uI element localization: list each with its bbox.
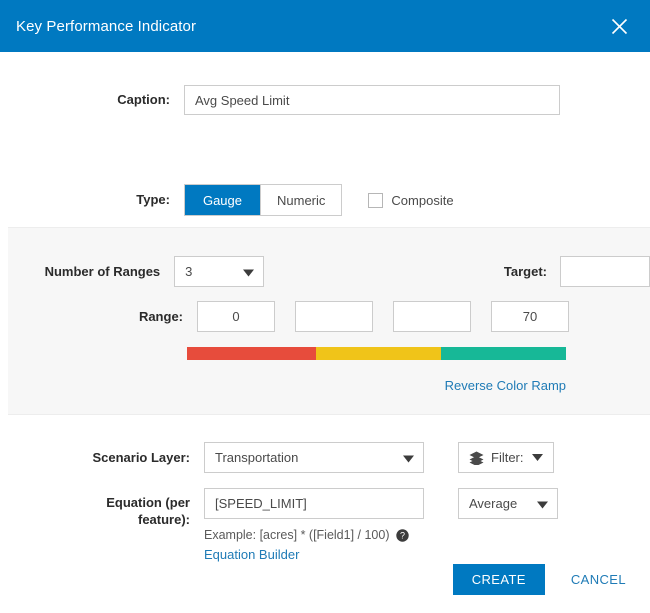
number-of-ranges-label: Number of Ranges bbox=[44, 263, 161, 279]
color-ramp-segment-2[interactable] bbox=[315, 347, 441, 360]
kpi-dialog: Key Performance Indicator Caption: Type:… bbox=[0, 0, 650, 613]
equation-label-line2: feature): bbox=[137, 512, 190, 527]
type-label: Type: bbox=[136, 192, 170, 207]
chevron-down-icon bbox=[243, 264, 254, 279]
equation-row: Equation (per feature): Example: [acres]… bbox=[0, 488, 650, 562]
range-input-2[interactable] bbox=[295, 301, 373, 332]
scenario-layer-label: Scenario Layer: bbox=[92, 449, 190, 465]
equation-column: Example: [acres] * ([Field1] / 100) ? Eq… bbox=[204, 488, 424, 562]
equation-label: Equation (per feature): bbox=[0, 488, 204, 528]
reverse-color-ramp-link[interactable]: Reverse Color Ramp bbox=[187, 378, 566, 393]
filter-button[interactable]: Filter: bbox=[458, 442, 554, 473]
caption-row: Caption: bbox=[0, 85, 650, 115]
equation-example-text: Example: [acres] * ([Field1] / 100) bbox=[204, 528, 390, 542]
equation-example-row: Example: [acres] * ([Field1] / 100) ? bbox=[204, 528, 424, 542]
dialog-title: Key Performance Indicator bbox=[16, 17, 197, 35]
chevron-down-icon bbox=[531, 454, 543, 461]
layers-icon bbox=[469, 451, 484, 465]
color-ramp-segment-3[interactable] bbox=[440, 347, 566, 360]
scenario-layer-value: Transportation bbox=[215, 450, 299, 465]
equation-builder-link[interactable]: Equation Builder bbox=[204, 547, 424, 562]
svg-text:?: ? bbox=[399, 530, 404, 540]
filter-label: Filter: bbox=[491, 450, 524, 465]
type-option-numeric[interactable]: Numeric bbox=[261, 185, 342, 215]
range-input-3[interactable] bbox=[393, 301, 471, 332]
scenario-layer-row: Scenario Layer: Transportation Filter: bbox=[0, 442, 650, 473]
cancel-button[interactable]: CANCEL bbox=[565, 564, 632, 595]
number-of-ranges-row: Number of Ranges 3 Target: bbox=[8, 256, 650, 287]
aggregation-select[interactable]: Average bbox=[458, 488, 558, 519]
chevron-down-icon bbox=[403, 450, 414, 465]
number-of-ranges-select[interactable]: 3 bbox=[174, 256, 264, 287]
dialog-body: Caption: Type: Gauge Numeric Composite N… bbox=[0, 52, 650, 613]
target-label: Target: bbox=[503, 263, 547, 279]
aggregation-value: Average bbox=[469, 496, 518, 511]
range-input-4[interactable] bbox=[491, 301, 569, 332]
create-button[interactable]: CREATE bbox=[452, 564, 545, 595]
scenario-layer-select[interactable]: Transportation bbox=[204, 442, 424, 473]
dialog-footer: CREATE CANCEL bbox=[0, 564, 650, 595]
equation-input[interactable] bbox=[204, 488, 424, 519]
composite-checkbox-wrap[interactable]: Composite bbox=[368, 192, 454, 208]
target-wrap: Target: bbox=[372, 256, 650, 287]
color-ramp-segment-1[interactable] bbox=[187, 347, 316, 360]
type-row: Type: Gauge Numeric Composite bbox=[0, 184, 650, 216]
target-input[interactable] bbox=[560, 256, 650, 287]
caption-input[interactable] bbox=[184, 85, 560, 115]
caption-label: Caption: bbox=[117, 92, 170, 107]
range-row: Range: bbox=[8, 301, 650, 332]
number-of-ranges-value: 3 bbox=[185, 264, 193, 279]
equation-label-line1: Equation (per bbox=[106, 495, 190, 510]
chevron-down-icon bbox=[537, 496, 548, 511]
help-icon[interactable]: ? bbox=[395, 528, 409, 542]
close-icon[interactable] bbox=[606, 13, 632, 39]
range-input-1[interactable] bbox=[197, 301, 275, 332]
type-toggle-group: Gauge Numeric bbox=[184, 184, 343, 216]
color-ramp[interactable] bbox=[187, 347, 566, 360]
composite-label: Composite bbox=[391, 192, 454, 208]
composite-checkbox[interactable] bbox=[368, 192, 384, 208]
range-label: Range: bbox=[138, 308, 183, 324]
dialog-titlebar: Key Performance Indicator bbox=[0, 0, 650, 52]
type-option-gauge[interactable]: Gauge bbox=[185, 185, 260, 215]
